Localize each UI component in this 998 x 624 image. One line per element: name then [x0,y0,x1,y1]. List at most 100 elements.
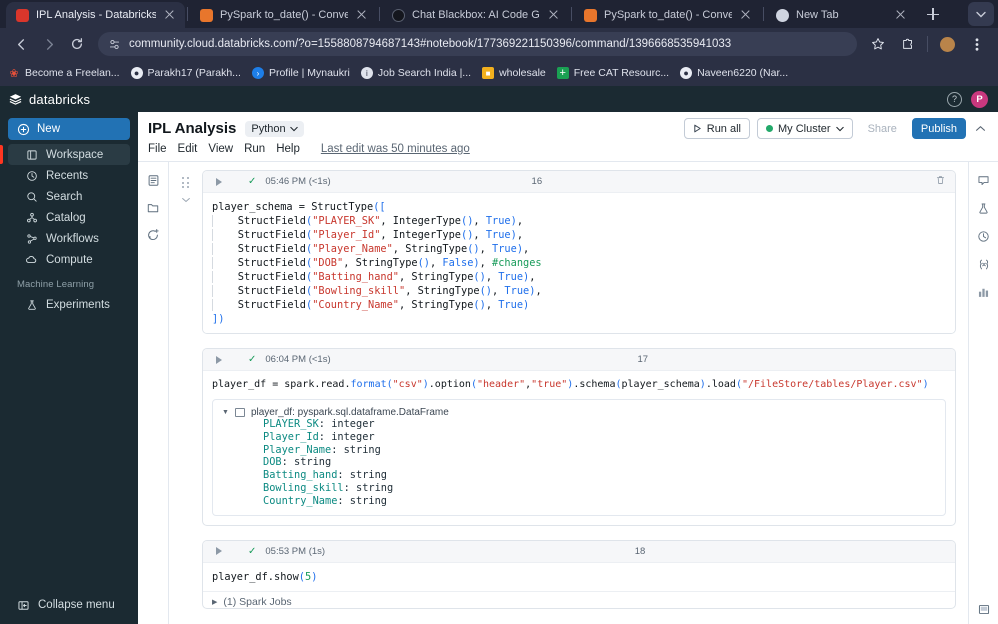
address-bar[interactable]: community.cloud.databricks.com/?o=155880… [98,32,857,56]
new-tab-button[interactable] [922,3,944,25]
close-icon[interactable] [739,8,753,22]
code-line: player_df.show(5) [212,570,318,583]
share-label: Share [867,122,897,135]
tab-list-menu-button[interactable] [968,2,994,26]
reload-button[interactable] [64,31,90,57]
notebook-toc-icon[interactable] [147,174,160,187]
play-icon[interactable] [216,355,222,364]
browser-tab-4[interactable]: New Tab [766,2,916,28]
mynaukri-icon: › [251,67,264,79]
browser-tab-3[interactable]: PySpark to_date() - Convert S [574,2,761,28]
bookmark-item[interactable]: ● Naveen6220 (Nar... [680,67,788,79]
play-icon[interactable] [216,177,222,186]
sidebar-item-search[interactable]: Search [8,186,130,207]
sidebar-item-label: Compute [46,253,93,266]
cell-code[interactable]: player_df.show(5) [203,562,955,591]
code-line: StructField("Player_Id", IntegerType(), … [212,229,524,241]
sidebar-item-recents[interactable]: Recents [8,165,130,186]
forward-button[interactable] [36,31,62,57]
history-icon[interactable] [977,230,990,243]
chevron-down-icon[interactable] [181,197,191,203]
arrow-left-icon [17,38,24,50]
new-button[interactable]: New [8,118,130,140]
sidebar-item-workflows[interactable]: Workflows [8,228,130,249]
back-button[interactable] [8,31,34,57]
app-header-actions: ? P [947,90,988,108]
menu-view[interactable]: View [208,143,233,155]
tune-icon [109,39,120,49]
comment-icon[interactable] [977,174,990,187]
menu-edit[interactable]: Edit [178,143,198,155]
language-selector[interactable]: Python [245,120,304,137]
sidebar-item-workspace[interactable]: Workspace [0,144,130,165]
bookmark-item[interactable]: ● Parakh17 (Parakh... [130,67,241,79]
extensions-button[interactable] [895,31,921,57]
new-comment-icon[interactable] [146,228,160,241]
bookmark-star-button[interactable] [865,31,891,57]
close-icon[interactable] [894,8,908,22]
bookmark-item[interactable]: + Free CAT Resourc... [556,67,669,79]
sidebar-item-label: Search [46,190,83,203]
close-icon[interactable] [163,8,177,22]
menu-file[interactable]: File [148,143,167,155]
sidebar-item-catalog[interactable]: Catalog [8,207,130,228]
trash-icon[interactable] [935,173,946,191]
dashboard-icon[interactable] [977,286,990,299]
plus-circle-icon [17,123,30,135]
caret-down-icon[interactable]: ▼ [222,409,229,416]
variables-icon[interactable] [977,258,991,271]
layout-panel-button[interactable] [969,603,998,616]
cell-18[interactable]: ✓ 05:53 PM (1s) 18 player_df.show(5) ▶ (… [202,539,956,609]
help-circle-icon[interactable]: ? [947,91,962,107]
notebook-toolbar: Run all My Cluster Share Publish [683,118,988,139]
browser-tab-1[interactable]: PySpark to_date() - Convert S [190,2,377,28]
sidebar-section-label: Machine Learning [17,279,95,290]
cell-number: 16 [531,176,543,187]
cell-code[interactable]: player_df = spark.read.format("csv").opt… [203,371,955,399]
search-icon [25,191,38,203]
sidebar-item-compute[interactable]: Compute [8,249,130,270]
play-icon[interactable] [216,547,222,556]
bookmark-item[interactable]: › Profile | Mynaukri [251,67,350,79]
sidebar-item-experiments[interactable]: Experiments [8,294,130,315]
browser-tab-0[interactable]: IPL Analysis - Databricks Con [6,2,185,28]
spark-jobs-toggle[interactable]: ▶ (1) Spark Jobs [203,592,955,608]
close-icon[interactable] [355,8,369,22]
drag-handle-icon[interactable] [182,177,189,188]
schema-field: DOB: string [263,456,332,469]
avatar[interactable]: P [971,90,988,108]
chevron-down-icon [976,11,986,17]
close-icon[interactable] [547,8,561,22]
cell-17[interactable]: ✓ 06:04 PM (<1s) 17 player_df = spark.re… [202,348,956,526]
schema-field: Player_Id: integer [263,430,375,443]
browser-tab-2[interactable]: Chat Blackbox: AI Code Gene [382,2,569,28]
bookmark-label: wholesale [499,67,546,79]
chrome-menu-button[interactable] [964,31,990,57]
cell-16[interactable]: ✓ 05:46 PM (<1s) 16 player_schema = Stru… [202,170,956,334]
publish-button[interactable]: Publish [911,118,966,139]
notebook-cells[interactable]: ✓ 05:46 PM (<1s) 16 player_schema = Stru… [169,162,968,624]
profile-button[interactable] [934,31,960,57]
collapse-header-button[interactable] [973,118,988,139]
collapse-menu-button[interactable]: Collapse menu [0,595,138,615]
run-all-button[interactable]: Run all [683,118,750,139]
cluster-selector[interactable]: My Cluster [757,118,853,139]
cell-code[interactable]: player_schema = StructType([ StructField… [203,193,955,333]
menu-run[interactable]: Run [244,143,265,155]
cell-gutter [169,348,202,526]
notebook-left-rail [138,162,169,624]
bookmark-item[interactable]: i Job Search India |... [360,67,471,79]
folder-icon[interactable] [146,201,160,214]
bookmark-item[interactable]: ❀ Become a Freelan... [8,67,119,80]
menu-help[interactable]: Help [276,143,300,155]
last-edit-link[interactable]: Last edit was 50 minutes ago [321,143,470,155]
dataframe-header[interactable]: ▼ player_df: pyspark.sql.dataframe.DataF… [222,407,936,418]
reload-icon [71,38,83,49]
share-button[interactable]: Share [860,118,905,139]
databricks-logo[interactable]: databricks [8,92,90,107]
tab-title: PySpark to_date() - Convert S [220,9,348,21]
bookmark-item[interactable]: ■ wholesale [482,67,546,79]
code-line: ]) [212,313,225,325]
check-icon: ✓ [248,354,257,365]
experiments-icon[interactable] [977,202,990,215]
